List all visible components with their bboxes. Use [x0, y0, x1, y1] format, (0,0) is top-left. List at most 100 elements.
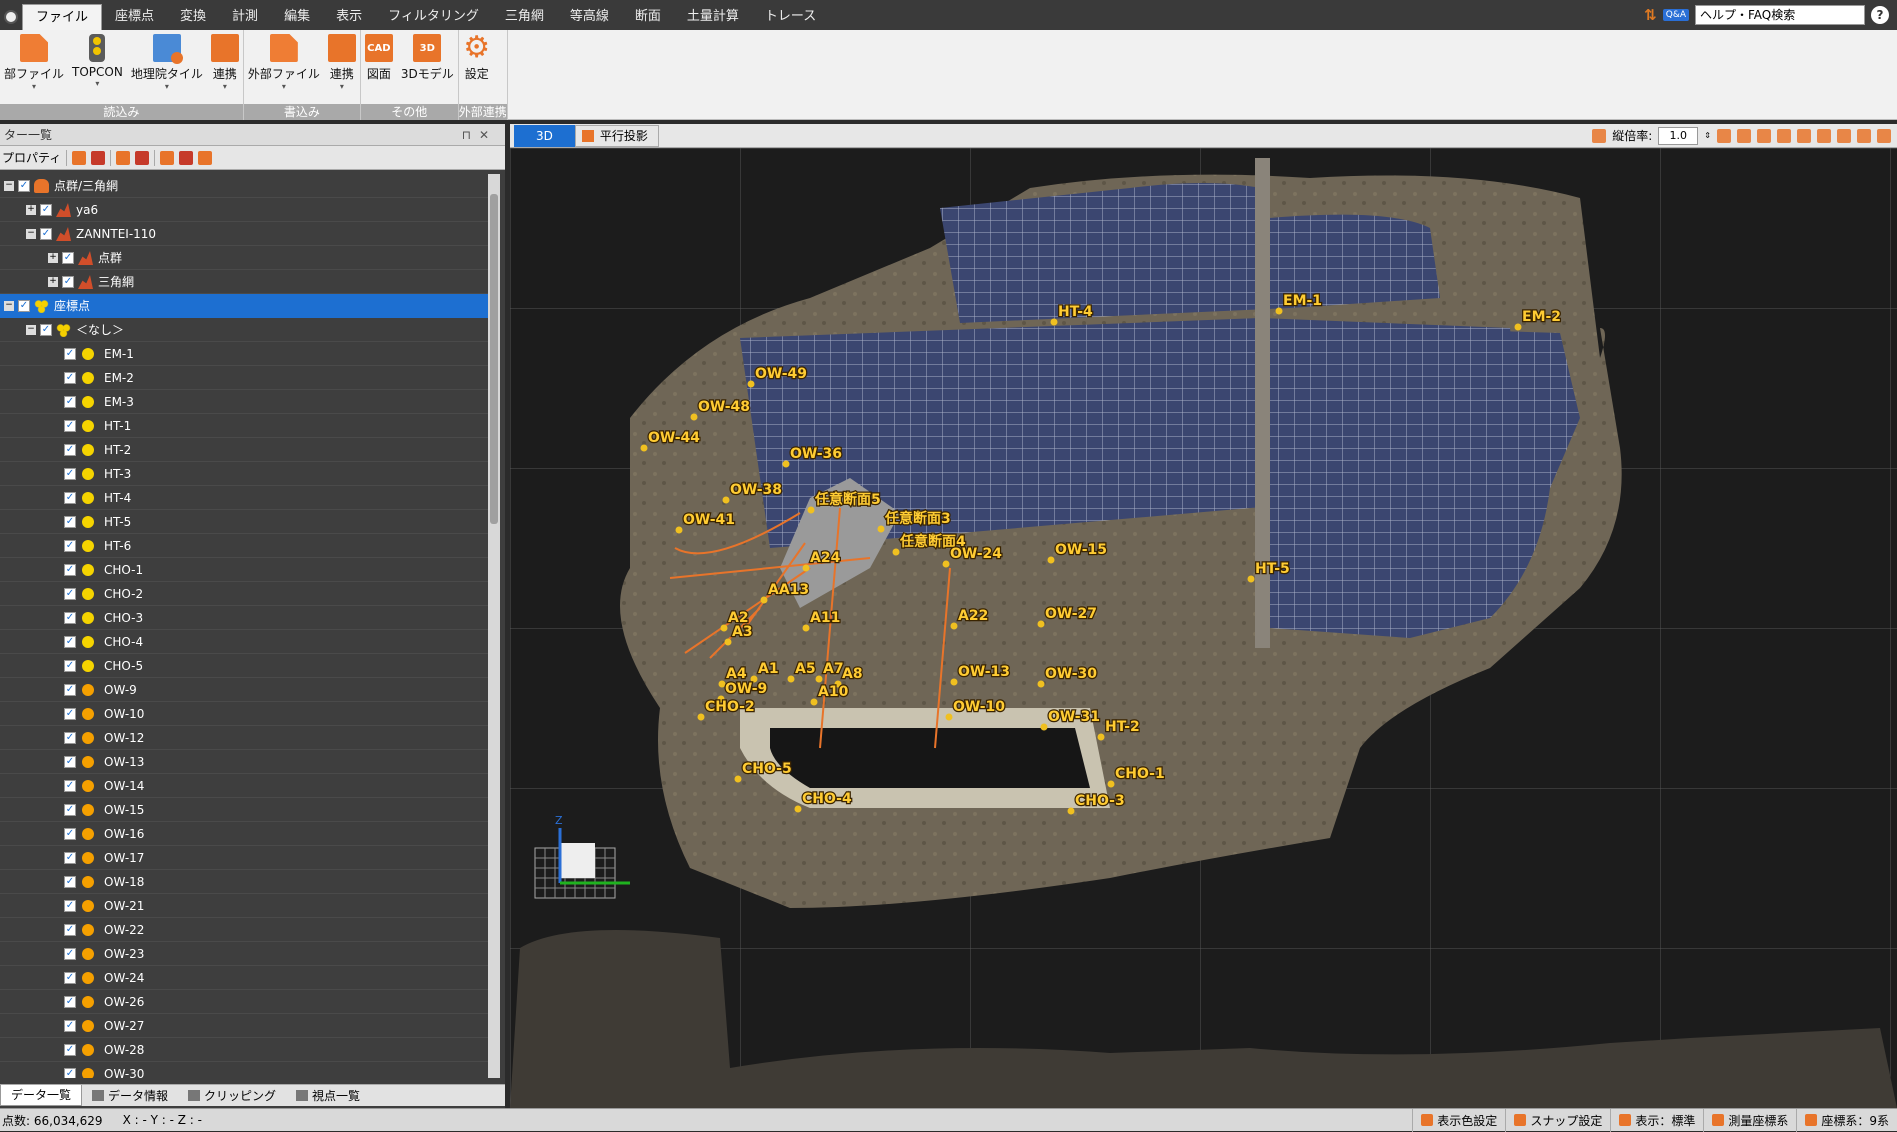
view-back-icon[interactable]	[1797, 128, 1811, 143]
ribbon-button-3-0[interactable]: ⚙ 設定	[459, 33, 495, 104]
survey-point-marker[interactable]	[950, 622, 958, 630]
properties-button[interactable]: プロパティ	[2, 149, 61, 166]
tree-row[interactable]: ✓ OW-30	[0, 1062, 488, 1078]
tree-row[interactable]: ✓ CHO-3	[0, 606, 488, 630]
view-reset-icon[interactable]	[1857, 128, 1871, 143]
survey-point-marker[interactable]	[950, 678, 958, 686]
tree-row[interactable]: ✓ EM-1	[0, 342, 488, 366]
survey-point-marker[interactable]	[1050, 318, 1058, 326]
visibility-checkbox[interactable]: ✓	[64, 1068, 76, 1078]
tree-row[interactable]: ✓ HT-3	[0, 462, 488, 486]
tree-row[interactable]: ✓ CHO-4	[0, 630, 488, 654]
collapse-icon[interactable]: −	[26, 229, 36, 239]
sort-icon[interactable]: ⇅	[1644, 6, 1657, 24]
visibility-checkbox[interactable]: ✓	[40, 228, 52, 240]
menu-item-8[interactable]: 等高線	[557, 4, 622, 30]
color-icon[interactable]	[72, 150, 87, 165]
visibility-checkbox[interactable]: ✓	[64, 780, 76, 792]
tree-row[interactable]: ✓ OW-22	[0, 918, 488, 942]
survey-point-marker[interactable]	[810, 698, 818, 706]
expand-icon[interactable]: +	[26, 205, 36, 215]
survey-point-marker[interactable]	[690, 413, 698, 421]
survey-point-marker[interactable]	[877, 525, 885, 533]
tree-row[interactable]: ✓ OW-18	[0, 870, 488, 894]
tab-3d[interactable]: 3D	[514, 124, 575, 147]
sort-list-icon[interactable]	[198, 150, 213, 165]
status-button-3[interactable]: 測量座標系	[1703, 1108, 1796, 1132]
survey-point-marker[interactable]	[722, 496, 730, 504]
status-button-0[interactable]: 表示色設定	[1412, 1108, 1505, 1132]
view-iso-icon[interactable]	[1837, 128, 1851, 143]
visibility-checkbox[interactable]: ✓	[64, 420, 76, 432]
filter-icon[interactable]	[116, 150, 131, 165]
menu-item-5[interactable]: 表示	[323, 4, 375, 30]
survey-point-marker[interactable]	[802, 624, 810, 632]
survey-point-marker[interactable]	[720, 624, 728, 632]
tree-row[interactable]: ✓ HT-4	[0, 486, 488, 510]
visibility-checkbox[interactable]: ✓	[18, 180, 30, 192]
tree-row[interactable]: ✓ HT-1	[0, 414, 488, 438]
survey-point-marker[interactable]	[1037, 620, 1045, 628]
help-search-input[interactable]: ヘルプ・FAQ検索	[1695, 5, 1865, 25]
ribbon-button-0-2[interactable]: 地理院タイル ▾	[127, 34, 207, 104]
view-bottom-icon[interactable]	[1817, 128, 1831, 143]
expand-icon[interactable]: +	[48, 253, 58, 263]
visibility-checkbox[interactable]: ✓	[64, 636, 76, 648]
menu-item-4[interactable]: 編集	[271, 4, 323, 30]
collapse-all-icon[interactable]	[179, 150, 194, 165]
tree-row[interactable]: ✓ OW-16	[0, 822, 488, 846]
visibility-checkbox[interactable]: ✓	[64, 804, 76, 816]
visibility-checkbox[interactable]: ✓	[64, 372, 76, 384]
visibility-checkbox[interactable]: ✓	[62, 276, 74, 288]
status-button-2[interactable]: 表示：標準	[1610, 1108, 1703, 1132]
ribbon-button-2-0[interactable]: CAD 図面	[361, 34, 397, 104]
menu-item-3[interactable]: 計測	[219, 4, 271, 30]
survey-point-marker[interactable]	[1107, 780, 1115, 788]
visibility-checkbox[interactable]: ✓	[40, 324, 52, 336]
menu-item-1[interactable]: 座標点	[102, 4, 167, 30]
visibility-checkbox[interactable]: ✓	[64, 924, 76, 936]
collapse-icon[interactable]: −	[4, 181, 14, 191]
menu-item-6[interactable]: フィルタリング	[375, 4, 492, 30]
status-button-1[interactable]: スナップ設定	[1505, 1108, 1610, 1132]
survey-point-marker[interactable]	[942, 560, 950, 568]
visibility-checkbox[interactable]: ✓	[64, 396, 76, 408]
app-icon[interactable]	[0, 4, 22, 30]
tree-row[interactable]: + ✓ 点群	[0, 246, 488, 270]
menu-item-2[interactable]: 変換	[167, 4, 219, 30]
visibility-checkbox[interactable]: ✓	[64, 612, 76, 624]
tree-row[interactable]: ✓ OW-10	[0, 702, 488, 726]
tree-row[interactable]: − ✓ ZANNTEI-110	[0, 222, 488, 246]
tree-row[interactable]: ✓ OW-23	[0, 942, 488, 966]
survey-point-marker[interactable]	[892, 548, 900, 556]
visibility-checkbox[interactable]: ✓	[62, 252, 74, 264]
tree-row[interactable]: ✓ OW-28	[0, 1038, 488, 1062]
visibility-checkbox[interactable]: ✓	[64, 852, 76, 864]
panel-tab-3[interactable]: 視点一覧	[286, 1085, 370, 1106]
survey-point-marker[interactable]	[794, 805, 802, 813]
survey-point-marker[interactable]	[734, 775, 742, 783]
tree-row[interactable]: ✓ CHO-2	[0, 582, 488, 606]
expand-icon[interactable]: +	[48, 277, 58, 287]
survey-point-marker[interactable]	[802, 564, 810, 572]
survey-point-marker[interactable]	[724, 638, 732, 646]
menu-item-0[interactable]: ファイル	[22, 4, 103, 30]
visibility-checkbox[interactable]: ✓	[64, 588, 76, 600]
tree-row[interactable]: ✓ OW-13	[0, 750, 488, 774]
ribbon-button-0-0[interactable]: 部ファイル ▾	[0, 34, 68, 104]
vertical-scale-input[interactable]: 1.0	[1658, 126, 1699, 145]
visibility-checkbox[interactable]: ✓	[64, 564, 76, 576]
tree-row[interactable]: + ✓ ya6	[0, 198, 488, 222]
tree-row[interactable]: + ✓ 三角網	[0, 270, 488, 294]
survey-point-marker[interactable]	[787, 675, 795, 683]
status-button-4[interactable]: 座標系：9系	[1796, 1108, 1897, 1132]
ribbon-button-2-1[interactable]: 3D 3Dモデル	[397, 34, 458, 104]
visibility-checkbox[interactable]: ✓	[64, 444, 76, 456]
collapse-icon[interactable]: −	[4, 301, 14, 311]
tree-row[interactable]: ✓ HT-6	[0, 534, 488, 558]
tree-row[interactable]: ✓ OW-12	[0, 726, 488, 750]
survey-point-marker[interactable]	[1067, 807, 1075, 815]
tree-row[interactable]: ✓ OW-17	[0, 846, 488, 870]
visibility-checkbox[interactable]: ✓	[64, 996, 76, 1008]
collapse-icon[interactable]: −	[26, 325, 36, 335]
